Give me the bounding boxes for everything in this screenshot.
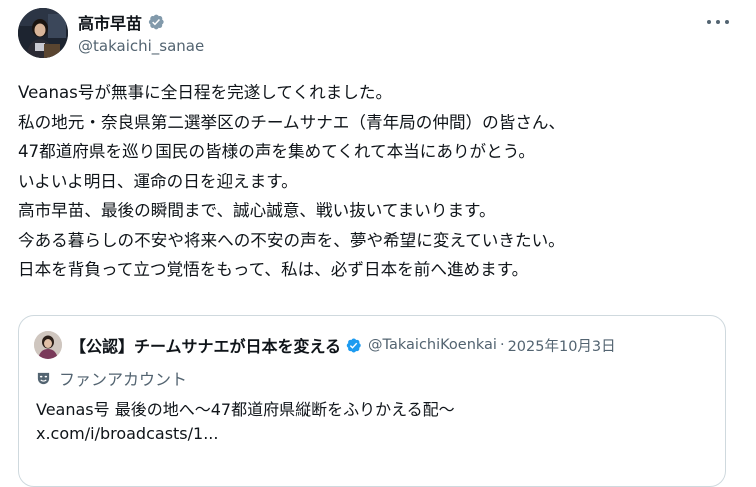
quoted-tweet-body: Veanas号 最後の地へ～47都道府県縦断をふりかえる配～ x.com/i/b… [36,398,455,446]
fan-account-text: ファンアカウント [59,370,188,389]
author-display-name[interactable]: 高市早苗 [78,10,142,34]
quoted-tweet-header: 【公認】チームサナエが日本を変える @TakaichiKoenkai · 202… [34,331,616,359]
quoted-author-avatar[interactable] [34,331,62,359]
tweet-line: 高市早苗、最後の瞬間まで、誠心誠意、戦い抜いてまいります。 [18,201,496,220]
author-avatar[interactable] [18,8,68,58]
fan-account-label: ファンアカウント [36,366,187,390]
quoted-tweet-date[interactable]: 2025年10月3日 [508,335,616,356]
verified-badge-icon [346,338,361,352]
quoted-author-handle[interactable]: @TakaichiKoenkai [368,337,497,353]
author-handle[interactable]: @takaichi_sanae [78,37,204,55]
verified-badge-icon [148,14,164,30]
more-horizontal-icon[interactable] [704,12,732,32]
tweet-body: Veanas号が無事に全日程を完遂してくれました。 私の地元・奈良県第二選挙区の… [18,78,738,285]
tweet-line: 日本を背負って立つ覚悟をもって、私は、必ず日本を前へ進めます。 [18,260,529,279]
separator-dot: · [499,337,505,353]
quoted-tweet-card[interactable]: 【公認】チームサナエが日本を変える @TakaichiKoenkai · 202… [18,315,726,487]
tweet-line: 今ある暮らしの不安や将来への不安の声を、夢や希望に変えていきたい。 [18,230,565,250]
theater-mask-icon [37,372,50,384]
tweet-line: いよいよ明日、運命の日を迎えます。 [18,171,298,191]
quoted-author-display-name[interactable]: 【公認】チームサナエが日本を変える [70,333,341,357]
tweet-line: Veanas号が無事に全日程を完遂してくれました。 [18,83,393,102]
quoted-tweet-line: Veanas号 最後の地へ～47都道府県縦断をふりかえる配～ [36,400,455,419]
tweet-line: 47都道府県を巡り国民の皆様の声を集めてくれて本当にありがとう。 [18,142,535,161]
tweet-header: 高市早苗 @takaichi_sanae [18,8,738,58]
quoted-tweet-link[interactable]: x.com/i/broadcasts/1... [36,422,455,446]
tweet-line: 私の地元・奈良県第二選挙区のチームサナエ（青年局の仲間）の皆さん、 [18,112,566,132]
